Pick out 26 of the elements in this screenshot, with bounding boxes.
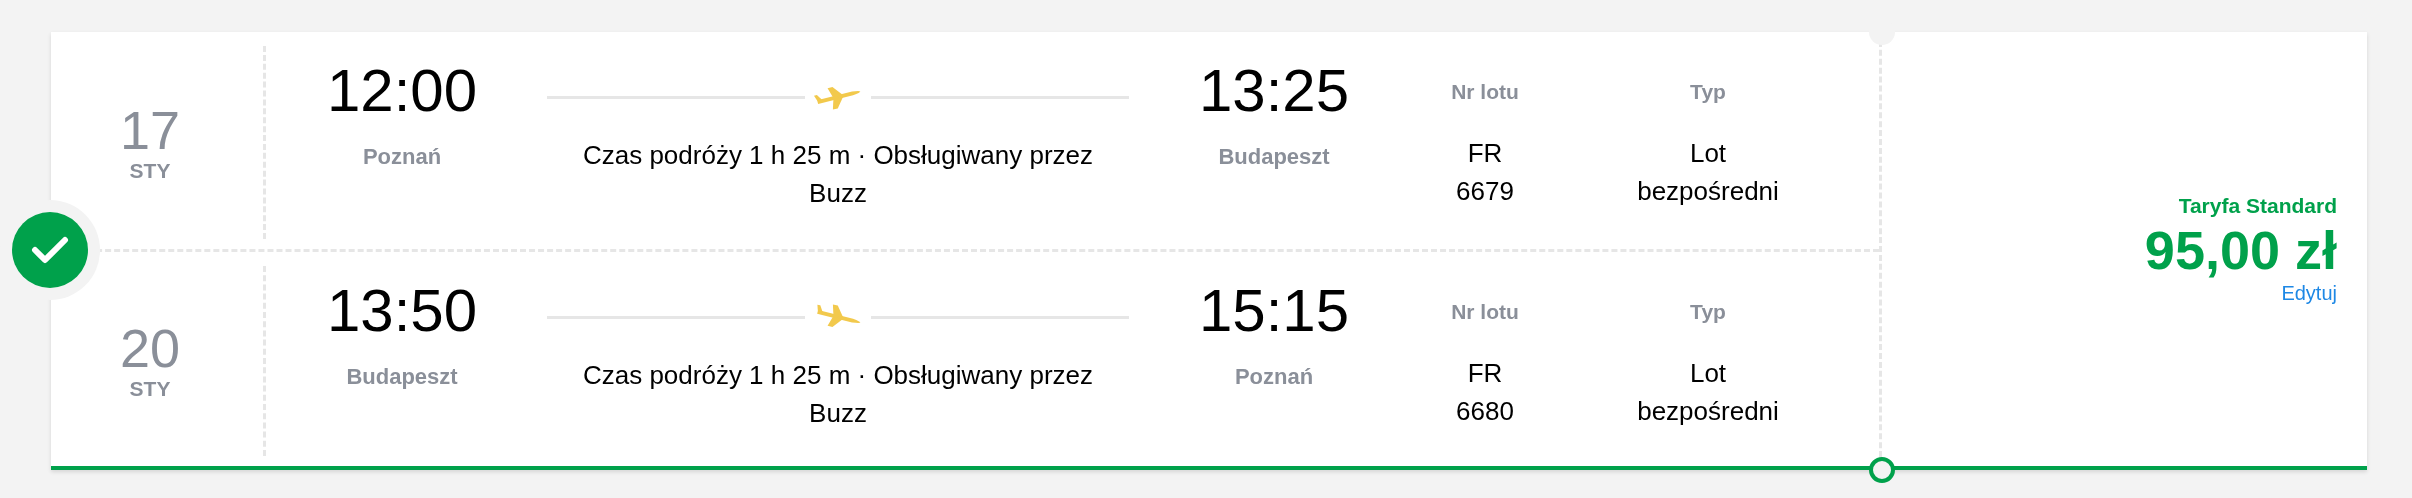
date-day: 17 — [119, 102, 181, 157]
flight-number-label: Nr lotu — [1451, 80, 1519, 104]
departure-time: 13:50 — [326, 276, 478, 346]
flight-type: Lot bezpośredni — [1637, 357, 1779, 428]
flight-type: Lot bezpośredni — [1637, 137, 1779, 208]
departure-time: 12:00 — [326, 56, 478, 126]
flight-number: FR 6680 — [1456, 357, 1514, 428]
selected-check-icon[interactable] — [12, 212, 88, 288]
fare-price: 95,00 zł — [2144, 218, 2337, 282]
arrival-time: 13:25 — [1198, 56, 1350, 126]
flight-number: FR 6679 — [1456, 137, 1514, 208]
arrival-city: Poznań — [1234, 364, 1314, 390]
arrival-city: Budapeszt — [1218, 144, 1330, 170]
departure-city: Budapeszt — [346, 364, 458, 390]
arrival-time: 15:15 — [1198, 276, 1350, 346]
flight-duration: Czas podróży 1 h 25 m · Obsługiwany przez Buzz — [581, 139, 1095, 210]
flight-number-label: Nr lotu — [1451, 300, 1519, 324]
fare-name: Taryfa Standard — [2178, 193, 2337, 218]
flight-type-label: Typ — [1690, 300, 1726, 324]
date-day: 20 — [119, 321, 181, 375]
flight-duration: Czas podróży 1 h 25 m · Obsługiwany przez Buzz — [581, 359, 1095, 430]
edit-link[interactable]: Edytuj — [2281, 281, 2337, 305]
date-month: STY — [129, 158, 171, 183]
flight-type-label: Typ — [1690, 80, 1726, 104]
date-month: STY — [129, 377, 171, 401]
departure-city: Poznań — [362, 144, 442, 170]
